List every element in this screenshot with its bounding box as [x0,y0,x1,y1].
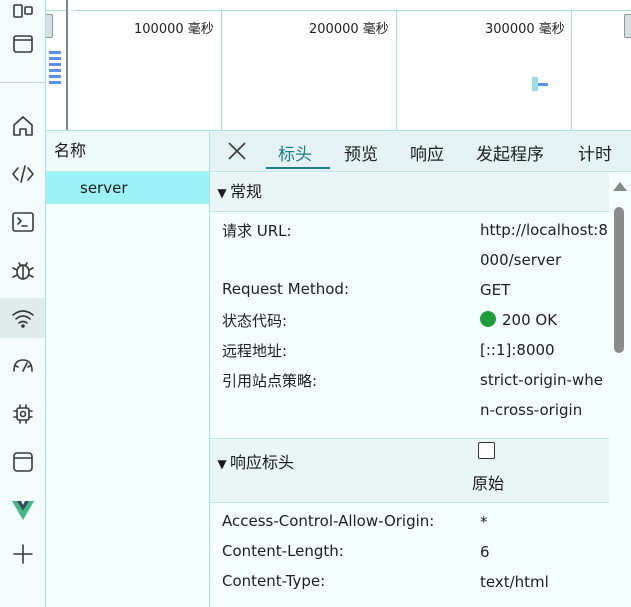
timeline-request-bar [538,83,548,86]
vue-logo-icon[interactable] [0,490,45,530]
timeline-request-bar [49,81,61,84]
scrollbar-thumb[interactable] [614,207,624,353]
timeline-tick-label: 200000 毫秒 [309,22,389,37]
request-method-value: GET [480,281,511,299]
raw-checkbox[interactable] [478,442,495,459]
timeline-left-handle[interactable] [66,0,74,130]
expand-triangle-icon: ▼ [217,457,227,471]
status-code-value: 200 OK [480,305,608,335]
field-label: Access-Control-Allow-Origin: [222,512,435,530]
timeline-right-grip[interactable] [624,14,631,38]
details-tabbar: 标头 预览 响应 发起程序 计时 [210,131,631,172]
timeline-request-bar [49,63,61,66]
timeline-overview[interactable]: 100000 毫秒 200000 毫秒 300000 毫秒 [46,0,631,131]
window-icon[interactable] [0,24,45,64]
field-label: 请求 URL: [222,222,292,240]
field-label: Content-Length: [222,542,344,560]
timeline-request-bar [49,57,61,60]
tab-headers[interactable]: 标头 [266,131,330,169]
elements-icon[interactable] [0,154,45,194]
header-value: * [480,513,488,531]
request-details: 标头 预览 响应 发起程序 计时 ▼ 常规 请求 URL: http://loca… [210,131,631,607]
general-section-header[interactable]: ▼ 常规 [210,173,609,212]
activity-bar [0,0,46,607]
referrer-policy-value: strict-origin-when-cross-origin [480,371,603,419]
network-wifi-icon[interactable] [0,298,45,338]
section-title: 响应标头 [230,453,295,472]
field-label: Content-Type: [222,572,326,590]
status-text: 200 OK [502,311,558,329]
timeline-request-bar [49,69,61,72]
debug-bug-icon[interactable] [0,250,45,290]
expand-triangle-icon: ▼ [217,186,227,200]
timeline-gridline [221,10,222,130]
header-value: text/html [480,573,549,591]
request-list: 名称 server [46,131,210,607]
timeline-gridline [571,10,572,130]
response-headers-title: ▼ 响应标头 [210,449,294,473]
name-column-header[interactable]: 名称 [46,131,209,172]
field-label: 远程地址: [222,342,288,360]
timeline-gridline [396,10,397,130]
vertical-scrollbar[interactable] [609,174,631,607]
response-headers-section-header[interactable]: ▼ 响应标头 [210,439,609,503]
field-label: 引用站点策略: [222,372,318,390]
application-icon[interactable] [0,442,45,482]
tab-response[interactable]: 响应 [410,131,444,171]
timeline-left-grip[interactable] [46,14,53,38]
divider [0,82,45,83]
field-label: 状态代码: [222,312,288,330]
tab-timing[interactable]: 计时 [578,131,612,171]
remote-address-value: [::1]:8000 [480,341,555,359]
raw-label: 原始 [472,474,505,493]
timeline-request-bar [49,75,61,78]
timeline-top-line [46,10,631,11]
field-label: Request Method: [222,280,350,298]
section-title: 常规 [230,182,263,201]
console-icon[interactable] [0,202,45,242]
scroll-up-arrow-icon[interactable] [613,182,627,191]
header-value: 6 [480,543,490,561]
home-icon[interactable] [0,106,45,146]
status-ok-dot [480,311,496,327]
close-icon[interactable] [226,140,248,162]
tab-preview[interactable]: 预览 [344,131,378,171]
add-plus-icon[interactable] [0,534,45,574]
timeline-tick-label: 300000 毫秒 [485,22,565,37]
memory-chip-icon[interactable] [0,394,45,434]
timeline-tick-label: 100000 毫秒 [134,22,214,37]
tab-initiator[interactable]: 发起程序 [476,131,544,171]
timeline-request-bar [49,51,61,54]
request-url-value: http://localhost:8000/server [480,221,608,269]
request-row-server[interactable]: server [46,172,209,204]
performance-gauge-icon[interactable] [0,346,45,386]
